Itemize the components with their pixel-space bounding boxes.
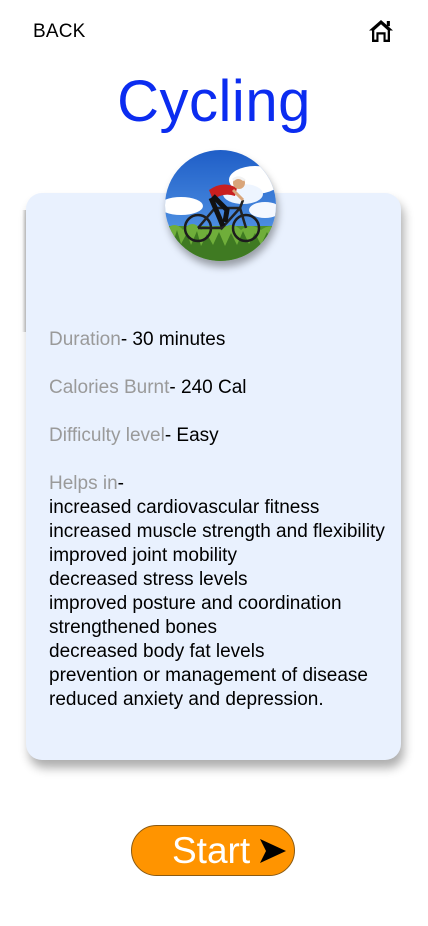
list-item: improved posture and coordination: [49, 593, 342, 614]
calories-label: Calories Burnt: [49, 377, 170, 398]
helps-in-label: Helps in: [49, 473, 118, 494]
list-item: improved joint mobility: [49, 545, 237, 566]
list-item: decreased body fat levels: [49, 641, 265, 662]
calories-value: - 240 Cal: [169, 377, 247, 398]
list-item: decreased stress levels: [49, 569, 248, 590]
list-item: increased muscle strength and flexibilit…: [49, 521, 385, 542]
cyclist-photo: [165, 150, 276, 261]
calories-row: Calories Burnt- 240 Cal: [49, 377, 247, 399]
benefits-list: increased cardiovascular fitness increas…: [49, 496, 385, 712]
list-item: reduced anxiety and depression.: [49, 689, 324, 710]
duration-value: - 30 minutes: [120, 329, 226, 350]
start-button[interactable]: Start: [131, 825, 295, 876]
helps-in-dash: -: [117, 473, 124, 494]
duration-row: Duration- 30 minutes: [49, 329, 225, 351]
start-button-label: Start: [172, 830, 251, 871]
helps-in-row: Helps in-: [49, 473, 124, 495]
difficulty-label: Difficulty level: [49, 425, 165, 446]
play-arrow-icon: [260, 839, 286, 863]
home-icon[interactable]: [368, 18, 394, 44]
list-item: increased cardiovascular fitness: [49, 497, 320, 518]
list-item: prevention or management of disease: [49, 665, 368, 686]
difficulty-value: - Easy: [164, 425, 219, 446]
page-title: Cycling: [117, 69, 311, 134]
list-item: strengthened bones: [49, 617, 217, 638]
back-button[interactable]: BACK: [33, 21, 86, 43]
duration-label: Duration: [49, 329, 121, 350]
difficulty-row: Difficulty level- Easy: [49, 425, 219, 447]
